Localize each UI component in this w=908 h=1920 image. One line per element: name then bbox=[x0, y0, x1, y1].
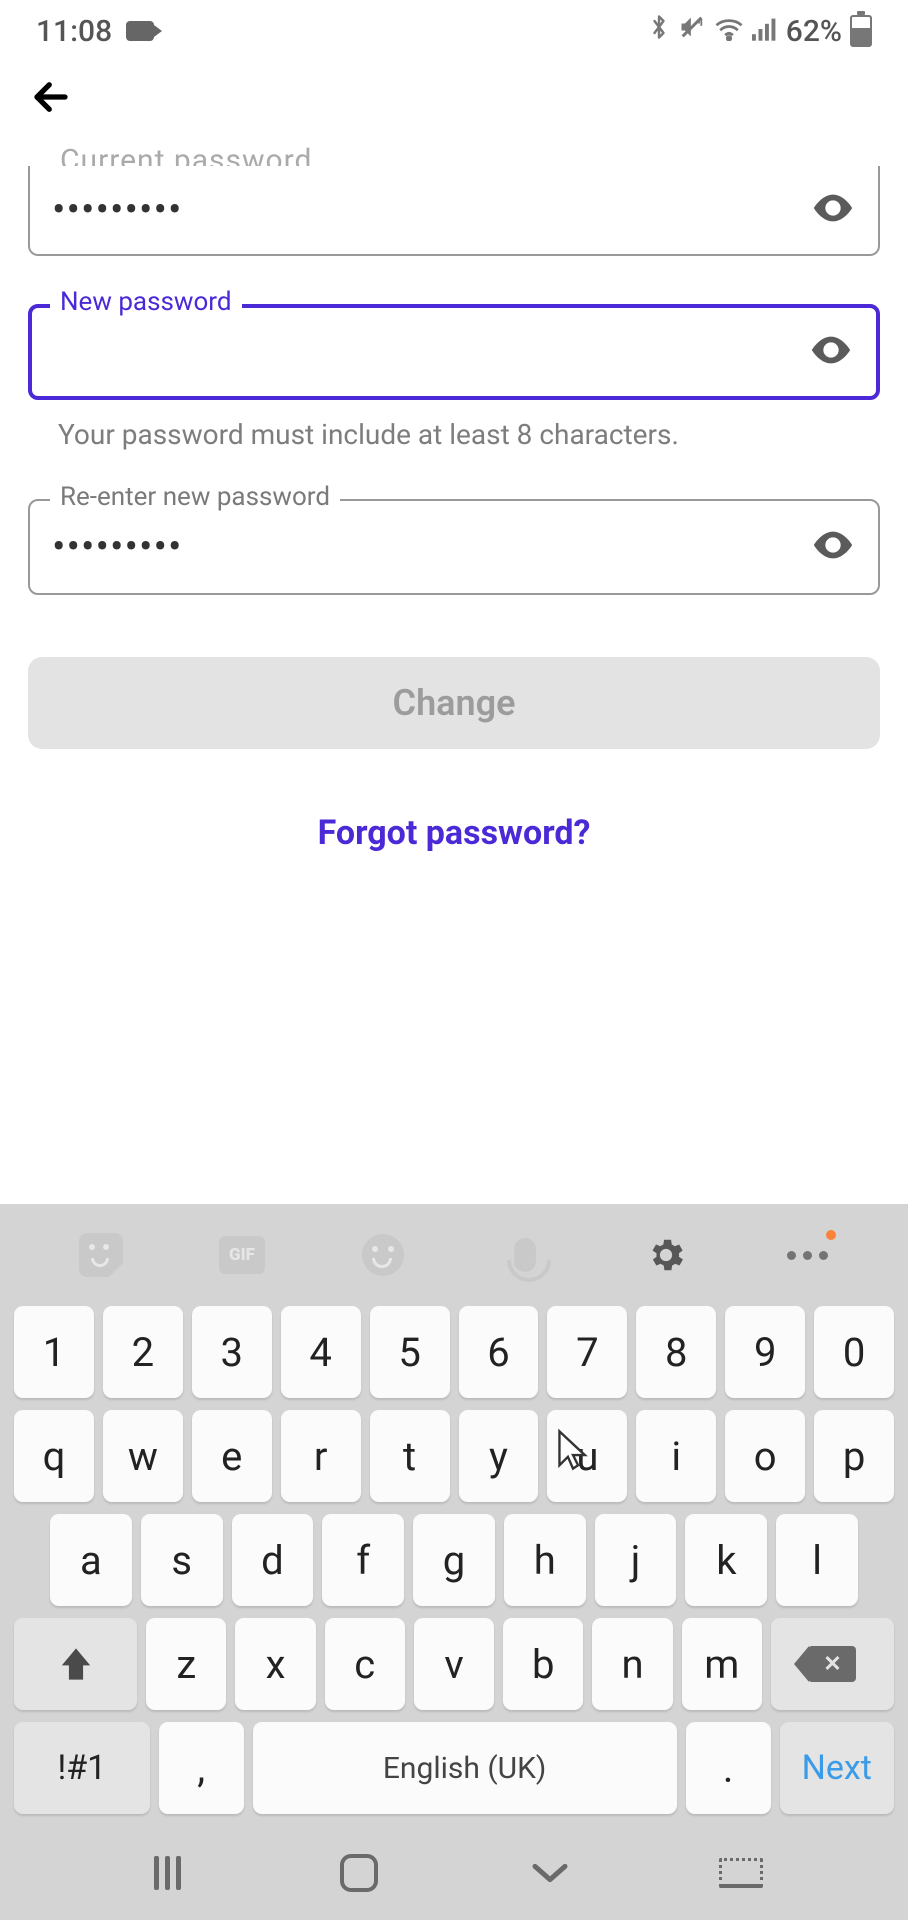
key-v[interactable]: v bbox=[414, 1618, 494, 1710]
back-arrow-icon[interactable] bbox=[30, 103, 72, 122]
keyboard-row-4: zxcvbnm ✕ bbox=[12, 1618, 896, 1710]
key-x[interactable]: x bbox=[235, 1618, 315, 1710]
key-3[interactable]: 3 bbox=[192, 1306, 272, 1398]
gif-icon[interactable]: GIF bbox=[219, 1232, 265, 1278]
space-key[interactable]: English (UK) bbox=[253, 1722, 677, 1814]
key-b[interactable]: b bbox=[503, 1618, 583, 1710]
backspace-key[interactable]: ✕ bbox=[771, 1618, 894, 1710]
key-g[interactable]: g bbox=[413, 1514, 495, 1606]
key-a[interactable]: a bbox=[50, 1514, 132, 1606]
key-4[interactable]: 4 bbox=[281, 1306, 361, 1398]
home-icon[interactable] bbox=[329, 1854, 389, 1892]
key-6[interactable]: 6 bbox=[459, 1306, 539, 1398]
keyboard-row-3: asdfghjkl bbox=[12, 1514, 896, 1606]
back-icon[interactable] bbox=[520, 1860, 580, 1886]
key-p[interactable]: p bbox=[814, 1410, 894, 1502]
camera-indicator-icon bbox=[126, 21, 154, 41]
soft-keyboard: GIF 1234567890 qwertyuiop asdfghjkl zxcv… bbox=[0, 1204, 908, 1920]
key-t[interactable]: t bbox=[370, 1410, 450, 1502]
sticker-icon[interactable] bbox=[78, 1232, 124, 1278]
more-options-icon[interactable] bbox=[784, 1232, 830, 1278]
key-o[interactable]: o bbox=[725, 1410, 805, 1502]
eye-icon[interactable] bbox=[810, 522, 856, 572]
next-key[interactable]: Next bbox=[780, 1722, 895, 1814]
period-key[interactable]: . bbox=[686, 1722, 771, 1814]
mic-icon[interactable] bbox=[502, 1232, 548, 1278]
new-password-input[interactable] bbox=[54, 335, 808, 370]
reenter-password-value: ••••••••• bbox=[52, 527, 182, 567]
mute-vibrate-icon bbox=[678, 13, 706, 49]
key-l[interactable]: l bbox=[776, 1514, 858, 1606]
clock: 11:08 bbox=[36, 14, 112, 49]
battery-text: 62% bbox=[786, 14, 842, 49]
gear-icon[interactable] bbox=[643, 1232, 689, 1278]
key-j[interactable]: j bbox=[595, 1514, 677, 1606]
new-password-label: New password bbox=[50, 287, 242, 317]
key-5[interactable]: 5 bbox=[370, 1306, 450, 1398]
eye-icon[interactable] bbox=[808, 327, 854, 377]
keyboard-row-bottom: !#1 , English (UK) . Next bbox=[12, 1722, 896, 1814]
current-password-value: ••••••••• bbox=[52, 190, 182, 230]
symbols-key[interactable]: !#1 bbox=[14, 1722, 150, 1814]
mouse-cursor-icon bbox=[556, 1428, 590, 1476]
key-c[interactable]: c bbox=[325, 1618, 405, 1710]
new-password-field[interactable] bbox=[28, 304, 880, 400]
key-d[interactable]: d bbox=[232, 1514, 314, 1606]
key-i[interactable]: i bbox=[636, 1410, 716, 1502]
key-n[interactable]: n bbox=[592, 1618, 672, 1710]
key-m[interactable]: m bbox=[682, 1618, 762, 1710]
key-f[interactable]: f bbox=[322, 1514, 404, 1606]
password-hint: Your password must include at least 8 ch… bbox=[28, 400, 880, 451]
status-bar: 11:08 62% bbox=[0, 0, 908, 62]
emoji-icon[interactable] bbox=[360, 1232, 406, 1278]
key-z[interactable]: z bbox=[146, 1618, 226, 1710]
key-q[interactable]: q bbox=[14, 1410, 94, 1502]
shift-key[interactable] bbox=[14, 1618, 137, 1710]
keyboard-row-2: qwertyuiop bbox=[12, 1410, 896, 1502]
key-w[interactable]: w bbox=[103, 1410, 183, 1502]
key-e[interactable]: e bbox=[192, 1410, 272, 1502]
key-0[interactable]: 0 bbox=[814, 1306, 894, 1398]
change-button[interactable]: Change bbox=[28, 657, 880, 749]
bluetooth-icon bbox=[648, 12, 670, 50]
key-r[interactable]: r bbox=[281, 1410, 361, 1502]
signal-icon bbox=[752, 14, 778, 49]
key-7[interactable]: 7 bbox=[547, 1306, 627, 1398]
keyboard-row-numbers: 1234567890 bbox=[12, 1306, 896, 1398]
keyboard-toggle-icon[interactable] bbox=[711, 1858, 771, 1888]
key-1[interactable]: 1 bbox=[14, 1306, 94, 1398]
current-password-label-cutoff: Current password bbox=[28, 146, 880, 166]
system-nav-bar bbox=[12, 1826, 896, 1902]
key-h[interactable]: h bbox=[504, 1514, 586, 1606]
key-y[interactable]: y bbox=[459, 1410, 539, 1502]
comma-key[interactable]: , bbox=[159, 1722, 244, 1814]
key-s[interactable]: s bbox=[141, 1514, 223, 1606]
current-password-field[interactable]: ••••••••• bbox=[28, 166, 880, 256]
key-2[interactable]: 2 bbox=[103, 1306, 183, 1398]
battery-icon bbox=[850, 15, 872, 47]
forgot-password-link[interactable]: Forgot password? bbox=[28, 813, 880, 853]
change-password-form: Current password ••••••••• New password … bbox=[0, 146, 908, 853]
reenter-password-label: Re-enter new password bbox=[50, 482, 340, 512]
wifi-icon bbox=[714, 14, 744, 49]
key-k[interactable]: k bbox=[685, 1514, 767, 1606]
key-8[interactable]: 8 bbox=[636, 1306, 716, 1398]
recents-icon[interactable] bbox=[138, 1856, 198, 1890]
key-9[interactable]: 9 bbox=[725, 1306, 805, 1398]
eye-icon[interactable] bbox=[810, 185, 856, 235]
reenter-password-field[interactable]: ••••••••• bbox=[28, 499, 880, 595]
